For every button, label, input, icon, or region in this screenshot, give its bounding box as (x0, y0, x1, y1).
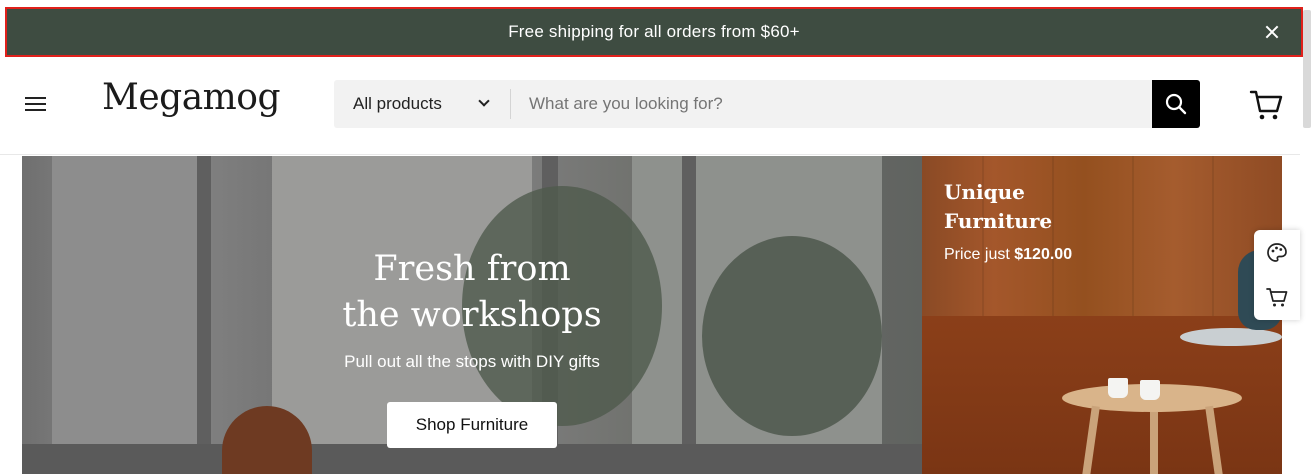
search-icon (1165, 93, 1187, 115)
promo-cup (1108, 378, 1128, 398)
floating-toolbar (1254, 230, 1300, 320)
hero-content: Fresh from the workshops Pull out all th… (272, 246, 672, 448)
chevron-down-icon (478, 95, 490, 107)
announcement-bar: Free shipping for all orders from $60+ (5, 7, 1303, 57)
palette-button[interactable] (1265, 241, 1289, 265)
hero-subtitle: Pull out all the stops with DIY gifts (344, 352, 600, 371)
promo-title: Unique Furniture (944, 180, 1053, 233)
hero-floor (22, 444, 922, 474)
hero-title: Fresh from the workshops (342, 249, 602, 335)
cart-button[interactable] (1249, 89, 1283, 121)
promo-cup (1140, 380, 1160, 400)
category-select[interactable]: All products (334, 80, 510, 128)
promo-content: Unique Furniture Price just $120.00 (944, 178, 1072, 264)
cart-icon (1266, 288, 1288, 307)
promo-banner[interactable]: Unique Furniture Price just $120.00 (922, 156, 1282, 474)
search-bar: All products (334, 80, 1200, 128)
hero-window (52, 156, 202, 474)
site-logo[interactable]: Megamog (102, 77, 281, 118)
hero-window-frame (682, 156, 696, 474)
hero-window-frame (197, 156, 211, 474)
promo-side-table (1180, 328, 1282, 346)
category-select-label: All products (353, 94, 442, 113)
promo-table-leg (1150, 412, 1158, 474)
close-icon[interactable] (1261, 21, 1283, 43)
search-input[interactable] (511, 80, 1152, 128)
scrollbar[interactable] (1303, 10, 1311, 128)
site-header: Megamog All products (0, 57, 1300, 155)
page: Free shipping for all orders from $60+ M… (0, 0, 1311, 474)
hamburger-menu-icon[interactable] (25, 95, 46, 113)
promo-price-value: $120.00 (1014, 246, 1073, 263)
promo-price: Price just $120.00 (944, 246, 1072, 264)
palette-icon (1267, 243, 1287, 262)
mini-cart-button[interactable] (1265, 285, 1289, 309)
hero-banner: Fresh from the workshops Pull out all th… (22, 156, 922, 474)
hero-foliage (702, 236, 882, 436)
promo-price-prefix: Price just (944, 246, 1010, 263)
announcement-text: Free shipping for all orders from $60+ (508, 22, 800, 41)
search-button[interactable] (1152, 80, 1200, 128)
shop-furniture-button[interactable]: Shop Furniture (386, 402, 558, 448)
cart-icon (1249, 90, 1283, 120)
